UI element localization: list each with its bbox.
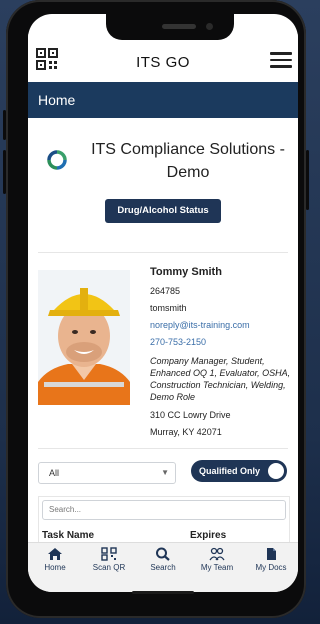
nav-home[interactable]: Home xyxy=(28,547,82,572)
column-header-expires[interactable]: Expires xyxy=(190,530,226,541)
main-content: ITS Compliance Solutions - Demo Drug/Alc… xyxy=(28,118,298,542)
profile-address-line1: 310 CC Lowry Drive xyxy=(150,410,231,420)
bottom-navigation: Home Scan QR Search My Team My Docs xyxy=(28,542,298,592)
app-title: ITS GO xyxy=(136,54,190,71)
home-icon xyxy=(48,548,62,560)
profile-email-link[interactable]: noreply@its-training.com xyxy=(150,317,296,334)
profile-address-line2: Murray, KY 42071 xyxy=(150,427,222,437)
hamburger-menu-icon[interactable] xyxy=(270,52,292,68)
nav-search-label: Search xyxy=(150,563,176,572)
page-header-bar: Home xyxy=(28,82,298,118)
team-icon xyxy=(209,547,225,561)
filter-select-value: All xyxy=(49,468,60,478)
nav-my-docs-label: My Docs xyxy=(255,563,287,572)
company-name: ITS Compliance Solutions - Demo xyxy=(91,141,285,181)
nav-scan-qr[interactable]: Scan QR xyxy=(82,547,136,572)
divider xyxy=(38,252,288,253)
profile-photo xyxy=(38,270,130,405)
profile-info: Tommy Smith 264785 tomsmith noreply@its-… xyxy=(150,266,296,441)
nav-home-label: Home xyxy=(44,563,66,572)
chevron-down-icon: ▼ xyxy=(161,468,169,477)
phone-side-button xyxy=(3,110,6,140)
phone-side-button xyxy=(3,150,6,194)
nav-my-team[interactable]: My Team xyxy=(190,547,244,572)
search-placeholder: Search... xyxy=(49,505,82,514)
phone-screen: ITS GO Home ITS Compliance Solutions - D… xyxy=(28,14,298,592)
phone-side-button xyxy=(306,150,309,210)
speaker xyxy=(162,24,196,29)
qualified-only-toggle[interactable]: Qualified Only xyxy=(191,460,287,482)
column-header-task-name[interactable]: Task Name xyxy=(42,530,94,541)
profile-username: tomsmith xyxy=(150,303,187,313)
nav-my-docs[interactable]: My Docs xyxy=(244,547,298,572)
worker-avatar-image xyxy=(38,270,130,405)
drug-alcohol-status-button[interactable]: Drug/Alcohol Status xyxy=(105,199,221,223)
qr-code-icon xyxy=(101,547,117,561)
camera xyxy=(206,23,213,30)
search-icon xyxy=(156,547,170,561)
profile-phone-link[interactable]: 270-753-2150 xyxy=(150,334,296,351)
profile-id: 264785 xyxy=(150,286,181,296)
filter-select[interactable]: All ▼ xyxy=(38,462,176,484)
top-app-bar: ITS GO xyxy=(28,34,298,82)
divider xyxy=(38,448,288,449)
company-logo-icon xyxy=(47,150,67,170)
task-search-input[interactable]: Search... xyxy=(42,500,286,520)
page-title: Home xyxy=(38,92,76,108)
profile-name: Tommy Smith xyxy=(150,266,222,278)
nav-my-team-label: My Team xyxy=(200,563,234,572)
document-icon xyxy=(267,548,276,560)
phone-notch xyxy=(106,14,234,40)
qualified-only-label: Qualified Only xyxy=(199,466,261,476)
nav-scan-qr-label: Scan QR xyxy=(92,563,126,572)
nav-search[interactable]: Search xyxy=(136,547,190,572)
toggle-knob xyxy=(268,463,284,479)
home-indicator xyxy=(132,591,194,594)
profile-roles: Company Manager, Student, Enhanced OQ 1,… xyxy=(150,356,291,402)
phone-frame: ITS GO Home ITS Compliance Solutions - D… xyxy=(3,0,309,618)
